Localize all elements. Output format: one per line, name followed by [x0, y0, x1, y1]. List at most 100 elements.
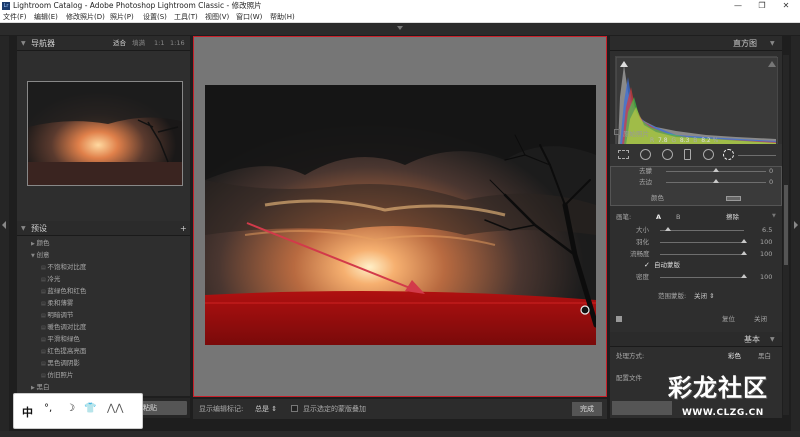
menu-develop[interactable]: 修改照片(D) [66, 12, 105, 23]
brush-erase-button[interactable]: 擦除 [726, 211, 739, 223]
presets-header[interactable]: ▼ 预设 + [17, 221, 190, 236]
flow-slider[interactable] [660, 254, 744, 255]
preset-group-color[interactable]: ▶ 颜色 [31, 237, 49, 249]
graduated-filter-icon[interactable] [684, 149, 691, 160]
watermark-url: WWW.CLZG.CN [682, 408, 764, 418]
preset-item[interactable]: ▤ 明暗调节 [41, 309, 73, 321]
preset-item[interactable]: ▤ 不饱和对比度 [41, 261, 86, 273]
preset-item[interactable]: ▤ 黑色调阴影 [41, 357, 80, 369]
automask-label: 自动蒙版 [654, 261, 680, 269]
density-slider-knob[interactable] [741, 274, 747, 278]
maximize-button[interactable]: ❐ [752, 0, 772, 12]
done-button[interactable]: 完成 [572, 402, 602, 416]
watermark-text: 彩龙社区 [668, 373, 768, 402]
defringe-slider-knob[interactable] [713, 179, 719, 183]
bottom-panel-toggle[interactable] [0, 431, 800, 437]
menu-settings[interactable]: 设置(S) [143, 12, 167, 23]
reset-button[interactable]: 复位 [722, 313, 735, 325]
treatment-label: 处理方式: [616, 352, 645, 360]
close-panel-button[interactable]: 关闭 [754, 313, 767, 325]
flow-slider-knob[interactable] [741, 251, 747, 255]
bw-treatment-option[interactable]: 黑白 [758, 350, 771, 362]
collapse-triangle-icon: ▼ [21, 40, 26, 47]
brush-tool-slider[interactable] [738, 155, 776, 156]
feather-slider-knob[interactable] [741, 239, 747, 243]
automask-check-icon[interactable]: ✓ [644, 261, 650, 269]
color-swatch[interactable] [726, 196, 741, 201]
image-canvas[interactable] [193, 36, 607, 397]
menu-window[interactable]: 窗口(W) [236, 12, 262, 23]
ime-punctuation[interactable]: °, [44, 403, 52, 414]
preset-group-bw[interactable]: ▶ 黑白 [31, 381, 49, 393]
histogram-header[interactable]: 直方图 ▼ [610, 36, 782, 51]
right-panel-scrollbar[interactable] [783, 55, 789, 415]
preset-item[interactable]: ▤ 冷光 [41, 273, 60, 285]
minimize-button[interactable]: — [728, 0, 748, 12]
scrollbar-thumb[interactable] [784, 185, 788, 265]
navigator-thumbnail[interactable] [27, 81, 183, 186]
zoom-fit[interactable]: 适合 [113, 36, 126, 51]
preset-group-creative[interactable]: ▼ 创意 [31, 249, 49, 261]
density-slider[interactable] [660, 277, 744, 278]
size-slider[interactable] [660, 230, 744, 231]
close-button[interactable]: ✕ [776, 0, 796, 12]
ime-toolbox-icon[interactable]: ⋀⋀ [107, 403, 123, 414]
navigator-header[interactable]: ▼ 导航器 适合 填满 1:1 1:16 [17, 36, 190, 51]
previous-button[interactable] [612, 401, 672, 415]
size-slider-knob[interactable] [665, 227, 672, 231]
menu-photo[interactable]: 照片(P) [110, 12, 134, 23]
size-label: 大小 [636, 226, 649, 234]
menu-file[interactable]: 文件(F) [3, 12, 27, 23]
presets-list: ▶ 颜色 ▼ 创意 ▤ 不饱和对比度 ▤ 冷光 ▤ 蓝绿色和红色 ▤ 柔和薄雾 … [17, 237, 190, 394]
range-mask-select[interactable]: 关闭 ⇕ [694, 290, 715, 302]
mask-effects-area: 去朦 0 去边 0 颜色 [610, 166, 782, 206]
original-photo-checkbox[interactable] [614, 129, 620, 135]
ime-chinese-mode[interactable]: 中 [22, 404, 33, 420]
mask-toggle-icon[interactable] [616, 316, 622, 322]
zoom-1-1[interactable]: 1:1 [154, 36, 164, 51]
original-photo-label: 原始照片 [623, 130, 649, 138]
feather-slider[interactable] [660, 242, 744, 243]
menu-tools[interactable]: 工具(T) [174, 12, 198, 23]
show-edit-pins-select[interactable]: 总是 ⇕ [255, 404, 277, 414]
overlay-checkbox[interactable] [291, 405, 298, 412]
crop-tool-icon[interactable] [618, 150, 629, 159]
menu-bar: 文件(F) 编辑(E) 修改照片(D) 照片(P) 设置(S) 工具(T) 视图… [0, 12, 800, 23]
collapse-triangle-icon: ▼ [770, 40, 775, 47]
color-label: 颜色 [651, 194, 664, 202]
photo-preview[interactable] [205, 85, 596, 345]
ime-moon-icon[interactable]: ☽ [66, 403, 75, 414]
spot-removal-icon[interactable] [640, 149, 651, 160]
ime-skin-icon[interactable]: 👕 [84, 403, 96, 414]
preset-item[interactable]: ▤ 红色提高亮面 [41, 345, 86, 357]
tool-strip [610, 144, 782, 166]
color-treatment-option[interactable]: 彩色 [728, 350, 741, 362]
collapse-triangle-icon: ▼ [770, 336, 775, 343]
radial-filter-icon[interactable] [703, 149, 714, 160]
preset-item[interactable]: ▤ 蓝绿色和红色 [41, 285, 86, 297]
red-eye-icon[interactable] [662, 149, 673, 160]
left-edge-toggle[interactable] [0, 36, 9, 431]
brush-b-button[interactable]: B [676, 211, 680, 223]
zoom-1-16[interactable]: 1:16 [170, 36, 185, 51]
brush-a-button[interactable]: A [656, 211, 661, 223]
top-panel-toggle[interactable] [0, 23, 800, 35]
sunset-photo [205, 85, 596, 345]
app-icon: Lr [2, 2, 10, 10]
menu-view[interactable]: 视图(V) [205, 12, 229, 23]
menu-help[interactable]: 帮助(H) [270, 12, 295, 23]
menu-edit[interactable]: 编辑(E) [34, 12, 58, 23]
preset-item[interactable]: ▤ 柔和薄雾 [41, 297, 73, 309]
zoom-fill[interactable]: 填满 [132, 36, 145, 51]
basic-header[interactable]: 基本 ▼ [610, 332, 782, 347]
density-label: 密度 [636, 273, 649, 281]
feather-label: 羽化 [636, 238, 649, 246]
adjustment-brush-icon[interactable] [723, 149, 734, 160]
left-panel: ▼ 导航器 适合 填满 1:1 1:16 ▼ 预设 + ▶ 颜色 ▼ 创意 ▤ … [17, 36, 190, 396]
preset-item[interactable]: ▤ 暖色调对比度 [41, 321, 86, 333]
preset-item[interactable]: ▤ 仿旧照片 [41, 369, 73, 381]
preset-item[interactable]: ▤ 平滑和绿色 [41, 333, 80, 345]
presets-title: 预设 [31, 224, 47, 233]
add-preset-icon[interactable]: + [180, 221, 187, 236]
dehaze-slider-knob[interactable] [713, 168, 719, 172]
